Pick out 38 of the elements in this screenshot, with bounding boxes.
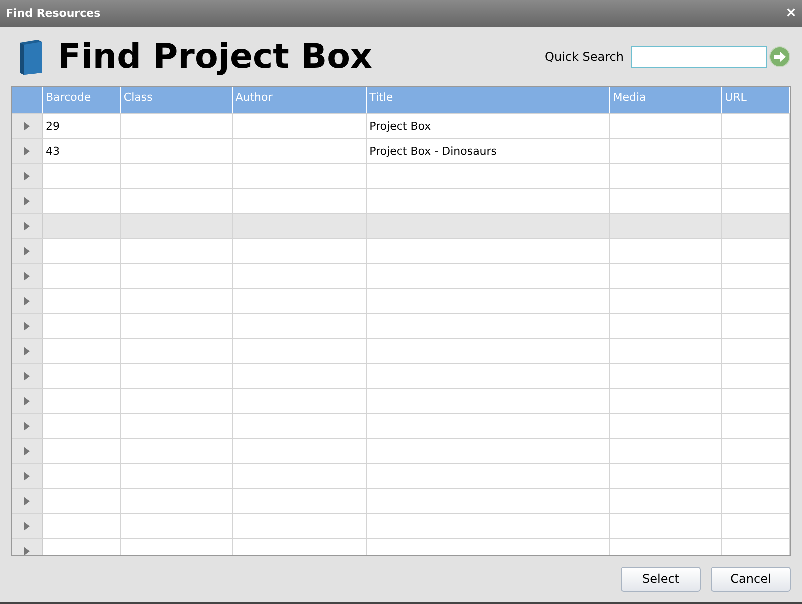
row-expand-icon[interactable] bbox=[24, 472, 30, 480]
column-header[interactable]: Title bbox=[366, 87, 610, 113]
table-row[interactable]: 43 Project Box - Dinosaurs bbox=[12, 138, 790, 163]
table-cell: 29 bbox=[46, 120, 60, 132]
row-expand-icon[interactable] bbox=[24, 422, 30, 430]
table-cell: 43 bbox=[46, 144, 60, 158]
cancel-button[interactable]: Cancel bbox=[711, 566, 791, 592]
quick-search-field[interactable] bbox=[631, 46, 767, 68]
column-header[interactable]: Media bbox=[610, 87, 722, 113]
row-expand-icon[interactable] bbox=[24, 496, 30, 506]
row-expand-icon[interactable] bbox=[24, 146, 30, 156]
row-expand-icon[interactable] bbox=[24, 322, 30, 330]
table-cell: Project Box bbox=[370, 120, 432, 132]
column-header[interactable]: Barcode bbox=[43, 87, 121, 113]
row-expand-icon[interactable] bbox=[24, 172, 30, 180]
row-expand-icon[interactable] bbox=[24, 346, 30, 356]
column-header[interactable]: Author bbox=[232, 87, 367, 113]
column-header[interactable]: Class bbox=[120, 87, 233, 113]
quick-search-label: Quick Search bbox=[545, 50, 624, 64]
row-expand-icon[interactable] bbox=[24, 246, 30, 256]
close-button[interactable]: × bbox=[786, 6, 796, 22]
row-expand-icon[interactable] bbox=[24, 546, 30, 555]
page-heading: Find Project Box bbox=[58, 36, 372, 76]
table-cell: Project Box - Dinosaurs bbox=[370, 144, 498, 158]
column-header[interactable]: URL bbox=[722, 87, 790, 113]
row-expand-icon[interactable] bbox=[24, 396, 30, 406]
row-expand-icon[interactable] bbox=[24, 522, 30, 530]
row-expand-icon[interactable] bbox=[24, 222, 30, 230]
row-expand-icon[interactable] bbox=[24, 122, 30, 130]
row-expand-icon[interactable] bbox=[24, 196, 30, 206]
row-expand-icon[interactable] bbox=[24, 272, 30, 280]
window-title: Find Resources bbox=[6, 7, 101, 20]
row-expand-icon[interactable] bbox=[24, 446, 30, 456]
book-icon bbox=[18, 38, 44, 74]
row-expand-icon[interactable] bbox=[24, 296, 30, 306]
select-button[interactable]: Select bbox=[621, 566, 701, 592]
row-expand-icon[interactable] bbox=[24, 372, 30, 380]
table-row[interactable]: 29 Project Box bbox=[12, 113, 790, 138]
